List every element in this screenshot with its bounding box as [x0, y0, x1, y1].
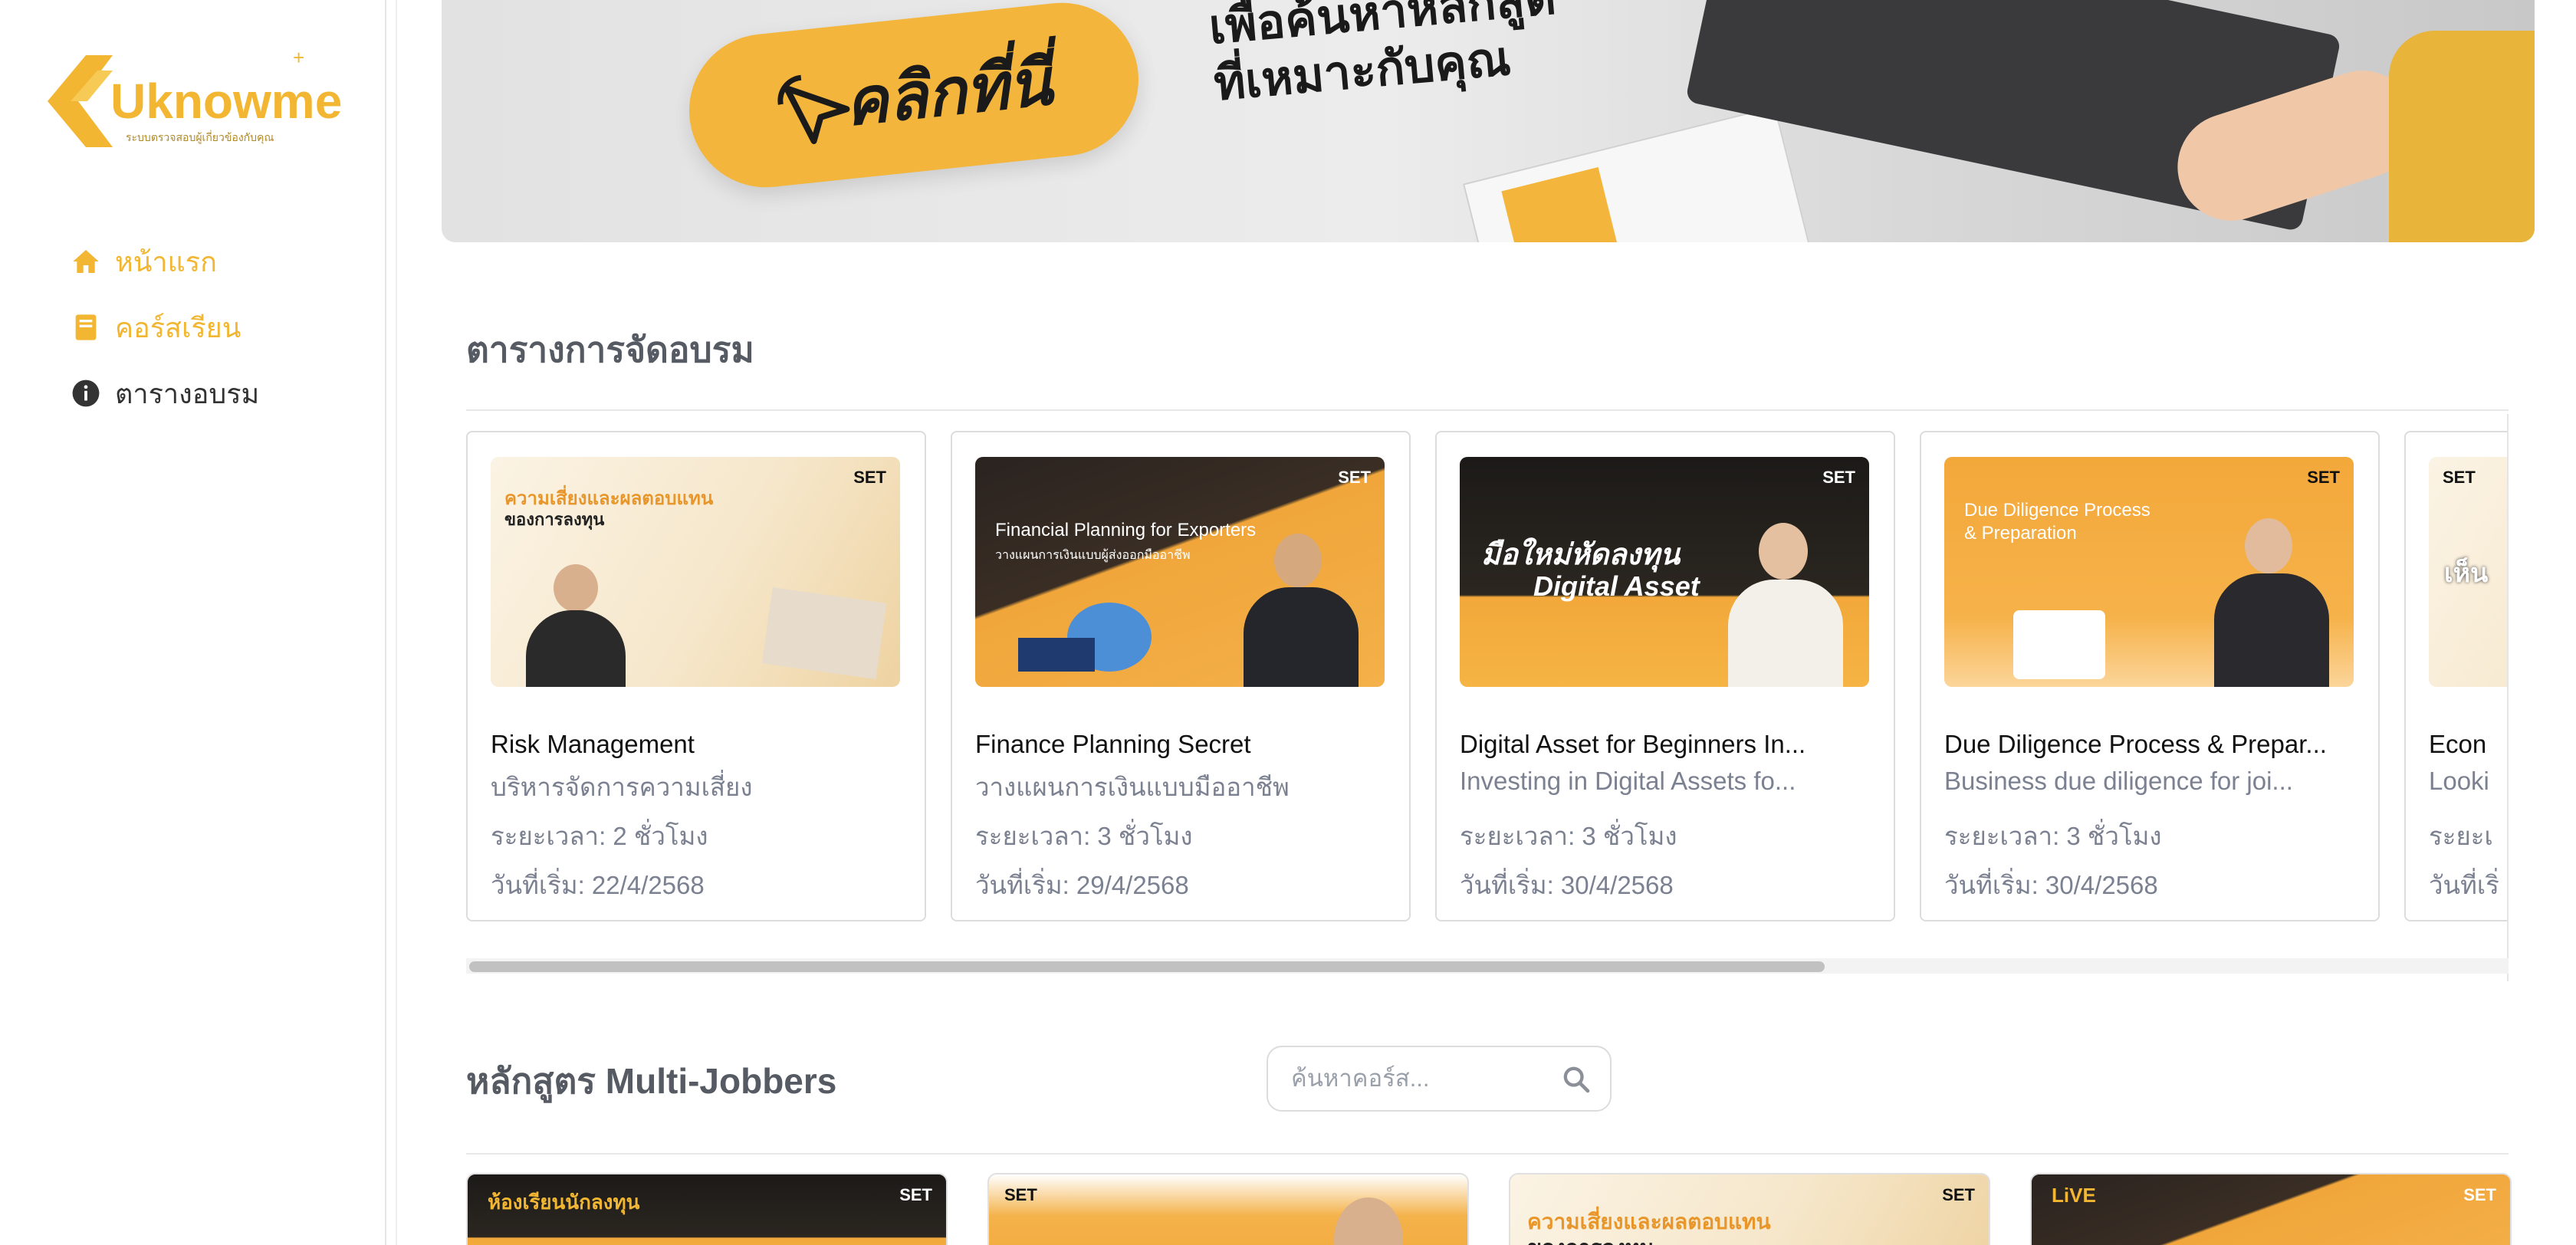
course-start-date: วันที่เริ่ม: 29/4/2568	[975, 871, 1189, 899]
speaker-head	[1274, 534, 1322, 587]
sidebar: Uknowme ระบบตรวจสอบผู้เกี่ยวข้องกับคุณ +…	[0, 0, 386, 1245]
course-subtitle: Looki	[2429, 767, 2489, 795]
thumbnail-heading: LiVE	[2052, 1184, 2096, 1207]
speaker-head	[2245, 518, 2292, 573]
speaker-figure	[526, 610, 626, 687]
set-logo: SET	[2443, 468, 2476, 487]
course-duration: ระยะเวลา: 3 ชั่วโมง	[1460, 822, 1677, 850]
course-title: Finance Planning Secret	[975, 730, 1251, 758]
course-search-box[interactable]	[1267, 1046, 1612, 1112]
speaker-figure	[1244, 587, 1359, 687]
course-title: Digital Asset for Beginners In...	[1460, 730, 1806, 758]
svg-text:+: +	[293, 48, 304, 69]
set-logo: SET	[1338, 468, 1371, 487]
course-card-due-diligence[interactable]: Due Diligence Process & Preparation SET …	[1920, 431, 2380, 921]
carousel-scrollbar-thumb[interactable]	[469, 961, 1825, 972]
course-card-digital-asset[interactable]: มือใหม่หัดลงทุน Digital Asset SET Digita…	[1435, 431, 1895, 921]
multi-jobbers-section-title: หลักสูตร Multi-Jobbers	[466, 1061, 837, 1101]
course-start-date: วันที่เริ่ม: 30/4/2568	[1944, 871, 2158, 899]
course-thumbnail: เห็น SET	[2429, 457, 2507, 687]
speaker-head	[1334, 1197, 1403, 1245]
thumbnail-subheading: ของการลงทุน	[1527, 1231, 1654, 1245]
thumbnail-heading: Due Diligence Process	[1964, 500, 2150, 521]
sidebar-item-label: หน้าแรก	[115, 245, 217, 278]
course-duration: ระยะเ	[2429, 822, 2493, 850]
multi-jobbers-divider	[466, 1153, 2509, 1155]
thumbnail-subheading: วางแผนการเงินแบบผู้ส่งออกมืออาชีพ	[995, 549, 1191, 562]
home-icon	[69, 245, 103, 278]
speaker-figure	[1728, 580, 1843, 687]
course-start-date: วันที่เริ่ม: 30/4/2568	[1460, 871, 1674, 899]
sidebar-item-home[interactable]: หน้าแรก	[69, 228, 259, 294]
course-subtitle: วางแผนการเงินแบบมืออาชีพ	[975, 773, 1290, 801]
set-logo: SET	[853, 468, 886, 487]
svg-text:Uknowme: Uknowme	[110, 74, 342, 129]
course-thumbnail: Financial Planning for Exporters วางแผนก…	[975, 457, 1385, 687]
course-duration: ระยะเวลา: 3 ชั่วโมง	[1944, 822, 2162, 850]
course-thumbnail: มือใหม่หัดลงทุน Digital Asset SET	[1460, 457, 1869, 687]
truck-illustration	[1018, 638, 1095, 672]
promo-banner[interactable]: คลิกที่นี่ เพื่อค้นหาหลักสูต ที่เหมาะกับ…	[442, 0, 2535, 242]
speaker-head	[554, 564, 598, 612]
set-logo: SET	[2463, 1185, 2496, 1204]
search-icon[interactable]	[1561, 1064, 1593, 1096]
sidebar-nav: หน้าแรก คอร์สเรียน ตารางอบรม	[69, 228, 259, 426]
multi-jobbers-card[interactable]: ห้องเรียนนักลงทุน SET	[466, 1173, 948, 1245]
main-content: คลิกที่นี่ เพื่อค้นหาหลักสูต ที่เหมาะกับ…	[396, 0, 2576, 1245]
course-subtitle: บริหารจัดการความเสี่ยง	[491, 773, 753, 801]
banner-cta-label: คลิกที่นี่	[841, 45, 1056, 140]
svg-text:+: +	[80, 129, 91, 152]
banner-sleeve-illustration	[2389, 31, 2535, 242]
uknowme-logo[interactable]: Uknowme ระบบตรวจสอบผู้เกี่ยวข้องกับคุณ +…	[40, 46, 347, 155]
thumbnail-subheading: Digital Asset	[1533, 570, 1700, 602]
documents-illustration	[2013, 610, 2105, 679]
schedule-section-title: ตารางการจัดอบรม	[466, 330, 754, 370]
set-logo: SET	[899, 1185, 932, 1204]
course-card-economics[interactable]: เห็น SET Econ Looki ระยะเ วันที่เริ่	[2404, 431, 2507, 921]
banner-cta-button[interactable]: คลิกที่นี่	[682, 0, 1146, 195]
svg-text:ระบบตรวจสอบผู้เกี่ยวข้องกับคุณ: ระบบตรวจสอบผู้เกี่ยวข้องกับคุณ	[126, 130, 274, 144]
course-start-date: วันที่เริ่ม: 22/4/2568	[491, 871, 705, 899]
cursor-click-icon	[777, 74, 850, 144]
course-subtitle: Investing in Digital Assets fo...	[1460, 767, 1796, 795]
multi-jobbers-card[interactable]: ความเสี่ยงและผลตอบแทน ของการลงทุน SET	[1509, 1173, 1990, 1245]
book-icon	[69, 310, 103, 344]
sidebar-item-schedule[interactable]: ตารางอบรม	[69, 360, 259, 426]
schedule-carousel[interactable]: ความเสี่ยงและผลตอบแทน ของการลงทุน SET Ri…	[466, 414, 2509, 981]
multi-jobbers-card[interactable]: LiVE SET	[2030, 1173, 2512, 1245]
multi-jobbers-card[interactable]: SET	[987, 1173, 1469, 1245]
calculator-illustration	[761, 587, 887, 679]
course-title: Risk Management	[491, 730, 695, 758]
speaker-head	[1759, 523, 1808, 580]
set-logo: SET	[1822, 468, 1855, 487]
course-start-date: วันที่เริ่	[2429, 871, 2499, 899]
thumbnail-heading: เห็น	[2444, 559, 2489, 588]
set-logo: SET	[2307, 468, 2340, 487]
course-card-risk-management[interactable]: ความเสี่ยงและผลตอบแทน ของการลงทุน SET Ri…	[466, 431, 926, 921]
set-logo: SET	[1004, 1185, 1037, 1204]
course-thumbnail: Due Diligence Process & Preparation SET	[1944, 457, 2354, 687]
thumbnail-subheading: ของการลงทุน	[504, 510, 605, 529]
course-search-input[interactable]	[1291, 1059, 1544, 1098]
set-logo: SET	[1942, 1185, 1975, 1204]
logo-mark-icon: Uknowme ระบบตรวจสอบผู้เกี่ยวข้องกับคุณ +…	[48, 46, 342, 152]
course-subtitle: Business due diligence for joi...	[1944, 767, 2293, 795]
banner-tagline: เพื่อค้นหาหลักสูต ที่เหมาะกับคุณ	[1207, 0, 1563, 113]
sidebar-item-label: คอร์สเรียน	[115, 311, 242, 343]
schedule-divider	[466, 409, 2509, 411]
sidebar-item-courses[interactable]: คอร์สเรียน	[69, 294, 259, 360]
thumbnail-heading: Financial Planning for Exporters	[995, 520, 1257, 540]
course-thumbnail: ความเสี่ยงและผลตอบแทน ของการลงทุน SET	[491, 457, 900, 687]
sidebar-item-label: ตารางอบรม	[115, 377, 260, 409]
course-card-finance-planning[interactable]: Financial Planning for Exporters วางแผนก…	[951, 431, 1411, 921]
course-duration: ระยะเวลา: 3 ชั่วโมง	[975, 822, 1193, 850]
course-title: Due Diligence Process & Prepar...	[1944, 730, 2327, 758]
thumbnail-subheading: & Preparation	[1964, 523, 2077, 544]
course-title: Econ	[2429, 730, 2487, 758]
info-icon	[69, 376, 103, 410]
speaker-figure	[2214, 573, 2329, 687]
course-duration: ระยะเวลา: 2 ชั่วโมง	[491, 822, 708, 850]
thumbnail-heading: ห้องเรียนนักลงทุน	[488, 1191, 640, 1214]
